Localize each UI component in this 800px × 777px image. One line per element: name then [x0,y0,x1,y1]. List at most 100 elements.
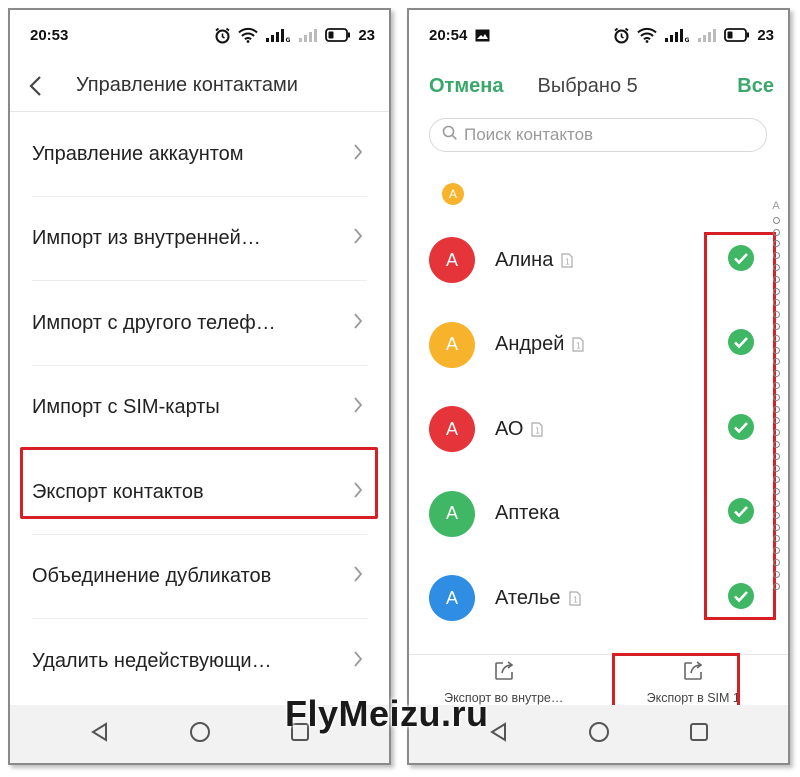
menu-item-import-internal[interactable]: Импорт из внутренней… [10,197,389,282]
checked-checkbox-icon[interactable] [727,582,755,615]
battery-icon [325,28,351,42]
contact-name: Аптека [495,502,560,525]
chevron-right-icon [353,650,363,673]
index-dot [772,405,780,413]
svg-text:1: 1 [573,595,578,604]
menu-item-import-other-phone[interactable]: Импорт с другого телеф… [10,281,389,366]
menu-item-label: Экспорт контактов [32,480,204,503]
signal-icon: G [664,27,690,43]
chevron-right-icon [353,565,363,588]
cancel-button[interactable]: Отмена [429,75,503,98]
menu-item-merge-duplicates[interactable]: Объединение дубликатов [10,535,389,620]
triangle-back-icon [90,721,107,742]
nav-home-button[interactable] [588,721,610,748]
status-bar: 20:54 G 23 [409,10,788,60]
contact-row[interactable]: А Андрей 1 [409,303,788,388]
menu-item-label: Управление аккаунтом [32,142,244,165]
nav-back-button[interactable] [489,721,509,747]
index-dot [772,452,780,460]
nav-recents-button[interactable] [689,722,709,747]
search-icon [442,125,458,146]
index-dot [772,582,780,590]
back-button[interactable] [28,73,54,99]
checked-checkbox-icon[interactable] [727,328,755,361]
index-dot [772,499,780,507]
export-icon [493,660,515,685]
index-dot [772,381,780,389]
index-dot [772,488,780,496]
checked-checkbox-icon[interactable] [727,244,755,277]
index-dot [772,523,780,531]
checked-checkbox-icon[interactable] [727,413,755,446]
svg-text:G: G [685,37,690,43]
index-dot [772,570,780,578]
sim-1-icon: 1 [572,337,585,352]
section-letter-badge: А [442,183,464,205]
status-time: 20:53 [30,26,69,44]
selected-count: Выбрано 5 [537,74,638,97]
search-input[interactable]: Поиск контактов [429,118,767,152]
select-all-button[interactable]: Все [737,75,774,98]
circle-home-icon [588,721,609,742]
export-sim-button[interactable]: Экспорт в SIM 1 [599,655,789,710]
menu-item-delete-invalid[interactable]: Удалить недействующи… [10,619,389,704]
index-dot [772,558,780,566]
wifi-icon [238,27,259,43]
nav-back-button[interactable] [90,721,110,747]
index-dot [772,393,780,401]
avatar: А [429,321,475,368]
contact-name: АО [495,417,524,440]
nav-home-button[interactable] [189,721,211,748]
page-title: Управление контактами [76,74,298,96]
selection-header: Отмена Выбрано 5 Все [409,60,788,112]
svg-text:1: 1 [576,342,581,351]
menu-item-import-sim[interactable]: Импорт с SIM-карты [10,366,389,451]
watermark-text: FlyMeizu.ru [285,693,489,734]
triangle-back-icon [489,721,506,742]
index-dot [772,511,780,519]
sim-1-icon: 1 [531,422,544,437]
index-dot [772,370,780,378]
index-dot [772,429,780,437]
menu-item-label: Импорт из внутренней… [32,227,261,250]
chevron-right-icon [353,143,363,166]
index-dot [772,476,780,484]
index-dot [772,417,780,425]
phone-screen-left: 20:53 G 23 Управление контактами Управле… [8,8,391,765]
index-dot [772,547,780,555]
chevron-right-icon [353,481,363,504]
index-dot [772,334,780,342]
checked-checkbox-icon[interactable] [727,497,755,530]
index-letter: A [772,200,780,212]
avatar: А [429,490,475,537]
contact-row[interactable]: А АО 1 [409,387,788,472]
index-dot [772,216,780,224]
wifi-icon [637,27,658,43]
square-recents-icon [689,722,708,741]
menu-item-label: Импорт с другого телеф… [32,311,276,334]
signal-weak-icon [697,27,717,43]
alphabet-index-scrollbar[interactable]: A [769,200,783,600]
menu-item-account-management[interactable]: Управление аккаунтом [10,112,389,197]
index-dot [772,346,780,354]
sim-1-icon: 1 [561,253,573,268]
circle-home-icon [189,721,210,742]
contact-name: Алина [495,248,554,271]
index-dot [772,464,780,472]
battery-icon [724,28,750,42]
export-icon [682,660,704,685]
contact-row[interactable]: А Алина 1 [409,218,788,303]
contact-list: А Алина 1 А Андрей 1 А АО 1 А Аптека А А… [409,218,788,641]
signal-icon: G [265,27,291,43]
alarm-icon [214,27,231,44]
avatar: А [429,237,475,284]
contact-row[interactable]: А Ателье 1 [409,556,788,641]
chevron-left-icon [29,75,41,96]
contact-row[interactable]: А Аптека [409,472,788,557]
settings-menu: Управление аккаунтом Импорт из внутренне… [10,112,389,704]
status-time: 20:54 [429,26,468,44]
menu-item-export-contacts[interactable]: Экспорт контактов [10,450,389,535]
status-bar: 20:53 G 23 [10,10,389,60]
battery-level: 23 [757,26,774,44]
index-dot [772,311,780,319]
